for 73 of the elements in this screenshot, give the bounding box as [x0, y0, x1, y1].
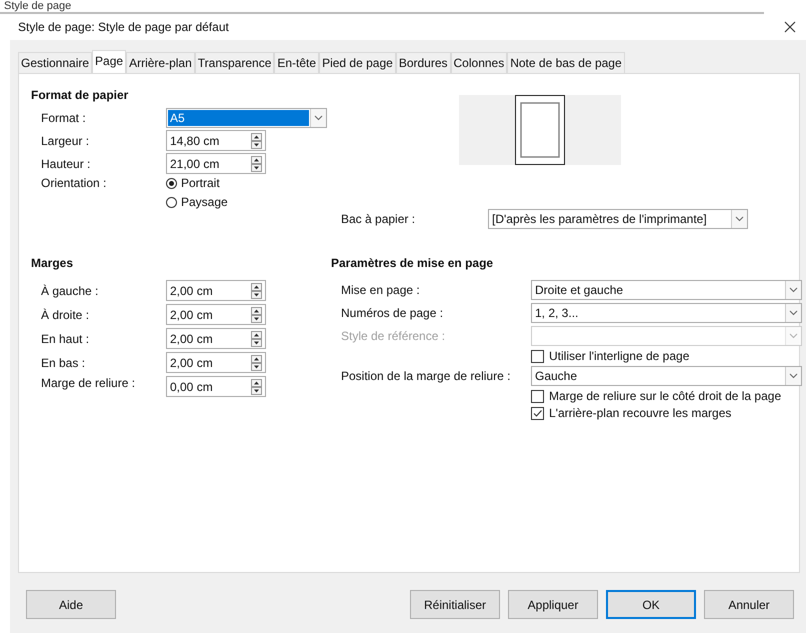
field-label: Numéros de page :	[341, 306, 444, 320]
tab[interactable]: Gestionnaire	[18, 52, 92, 73]
spin-field[interactable]: 2,00 cm	[166, 280, 266, 301]
spin-field[interactable]: 21,00 cm	[166, 153, 266, 174]
checkbox[interactable]: Marge de reliure sur le côté droit de la page	[531, 389, 802, 403]
field-label: En bas :	[41, 356, 86, 370]
close-button[interactable]	[782, 19, 798, 35]
section-heading: Paramètres de mise en page	[331, 256, 494, 270]
window-title: Style de page: Style de page par défaut	[18, 20, 229, 34]
field-label: À droite :	[41, 308, 90, 322]
tab[interactable]: Arrière-plan	[126, 52, 195, 73]
button[interactable]: OK	[606, 590, 696, 619]
field-label: Format :	[41, 111, 87, 125]
dropdown[interactable]: 1, 2, 3...	[531, 303, 802, 323]
up-down-arrows-icon	[251, 378, 262, 394]
dropdown[interactable]: Droite et gauche	[531, 280, 802, 300]
tab[interactable]: Page	[92, 50, 126, 73]
page-drawing	[515, 95, 565, 165]
checkbox[interactable]: Utiliser l'interligne de page	[531, 349, 802, 363]
spin-field[interactable]: 2,00 cm	[166, 352, 266, 373]
chevron-down-icon	[789, 310, 798, 316]
spin-buttons[interactable]	[251, 354, 262, 370]
dropdown[interactable]: A5	[166, 108, 327, 128]
spin-field[interactable]: 0,00 cm	[166, 376, 266, 397]
up-down-arrows-icon	[251, 354, 262, 370]
button[interactable]: Appliquer	[508, 590, 598, 619]
button[interactable]: Annuler	[704, 590, 794, 619]
tab[interactable]: En-tête	[274, 52, 320, 73]
field-label: Orientation :	[41, 176, 108, 190]
chevron-down-icon	[789, 373, 798, 379]
chevron-down-icon	[735, 216, 744, 222]
up-down-arrows-icon	[251, 132, 262, 148]
up-down-arrows-icon	[251, 282, 262, 298]
tab[interactable]: Bordures	[396, 52, 451, 73]
spin-buttons[interactable]	[251, 156, 262, 172]
spin-buttons[interactable]	[251, 330, 262, 346]
tab[interactable]: Pied de page	[319, 52, 396, 73]
up-down-arrows-icon	[251, 156, 262, 172]
spin-buttons[interactable]	[251, 378, 262, 394]
field-label: Largeur :	[41, 134, 90, 148]
field-label: Hauteur :	[41, 156, 92, 170]
dropdown[interactable]: [D'après les paramètres de l'imprimante]	[488, 209, 748, 229]
field-label: Style de référence :	[341, 329, 446, 343]
radio-button[interactable]: Portrait	[166, 176, 331, 190]
chevron-down-icon	[789, 287, 798, 293]
dropdown[interactable]: Gauche	[531, 366, 802, 386]
field-label: Bac à papier :	[341, 212, 416, 226]
tab[interactable]: Colonnes	[450, 52, 508, 73]
field-label: Mise en page :	[341, 283, 421, 297]
spin-buttons[interactable]	[251, 282, 262, 298]
tab[interactable]: Note de bas de page	[507, 52, 625, 73]
spin-field[interactable]: 2,00 cm	[166, 304, 266, 325]
spin-field[interactable]: 14,80 cm	[166, 130, 266, 151]
up-down-arrows-icon	[251, 306, 262, 322]
radio-button[interactable]: Paysage	[166, 195, 331, 209]
checkmark-icon	[532, 408, 543, 418]
up-down-arrows-icon	[251, 330, 262, 346]
close-icon	[784, 21, 796, 33]
spin-field[interactable]: 2,00 cm	[166, 328, 266, 349]
chevron-down-icon	[314, 115, 323, 121]
field-label: Position de la marge de reliure :	[341, 369, 512, 383]
button[interactable]: Réinitialiser	[410, 590, 500, 619]
chevron-down-icon	[789, 333, 798, 339]
spin-buttons[interactable]	[251, 306, 262, 322]
field-label: En haut :	[41, 332, 90, 346]
button[interactable]: Aide	[26, 590, 116, 619]
spin-buttons[interactable]	[251, 132, 262, 148]
field-label: Marge de reliure :	[41, 376, 136, 390]
checkbox[interactable]: L'arrière-plan recouvre les marges	[531, 406, 802, 420]
section-heading: Marges	[31, 256, 74, 270]
field-label: À gauche :	[41, 284, 100, 298]
section-heading: Format de papier	[31, 88, 130, 102]
tab[interactable]: Transparence	[194, 52, 274, 73]
